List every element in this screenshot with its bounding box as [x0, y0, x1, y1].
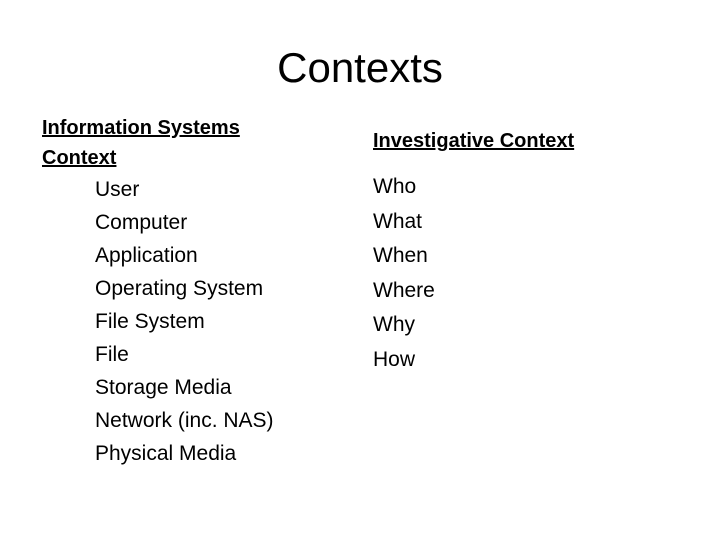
investigative-list: Who What When Where Why How	[373, 170, 693, 378]
information-systems-heading: Information Systems Context	[42, 117, 240, 169]
information-systems-column: Information Systems Context User Compute…	[42, 113, 342, 470]
list-item: Why	[373, 313, 415, 337]
list-item: What	[373, 209, 423, 233]
list-item: Application	[95, 244, 198, 267]
list-item: File	[95, 343, 129, 366]
investigative-heading: Investigative Context	[373, 130, 575, 152]
investigative-column: Investigative Context Who What When Wher…	[373, 126, 693, 378]
slide-title: Contexts	[277, 44, 443, 91]
list-item: Operating System	[95, 277, 264, 300]
list-item: User	[95, 178, 140, 201]
list-item: Who	[373, 175, 417, 198]
list-item: Network (inc. NAS)	[95, 409, 274, 432]
list-item: Computer	[95, 211, 188, 234]
list-item: Physical Media	[95, 442, 237, 465]
list-item: Where	[373, 278, 435, 302]
list-item: File System	[95, 310, 205, 333]
information-systems-list: User Computer Application Operating Syst…	[42, 173, 342, 470]
list-item: Storage Media	[95, 376, 232, 399]
list-item: When	[373, 244, 428, 268]
list-item: How	[373, 347, 416, 371]
